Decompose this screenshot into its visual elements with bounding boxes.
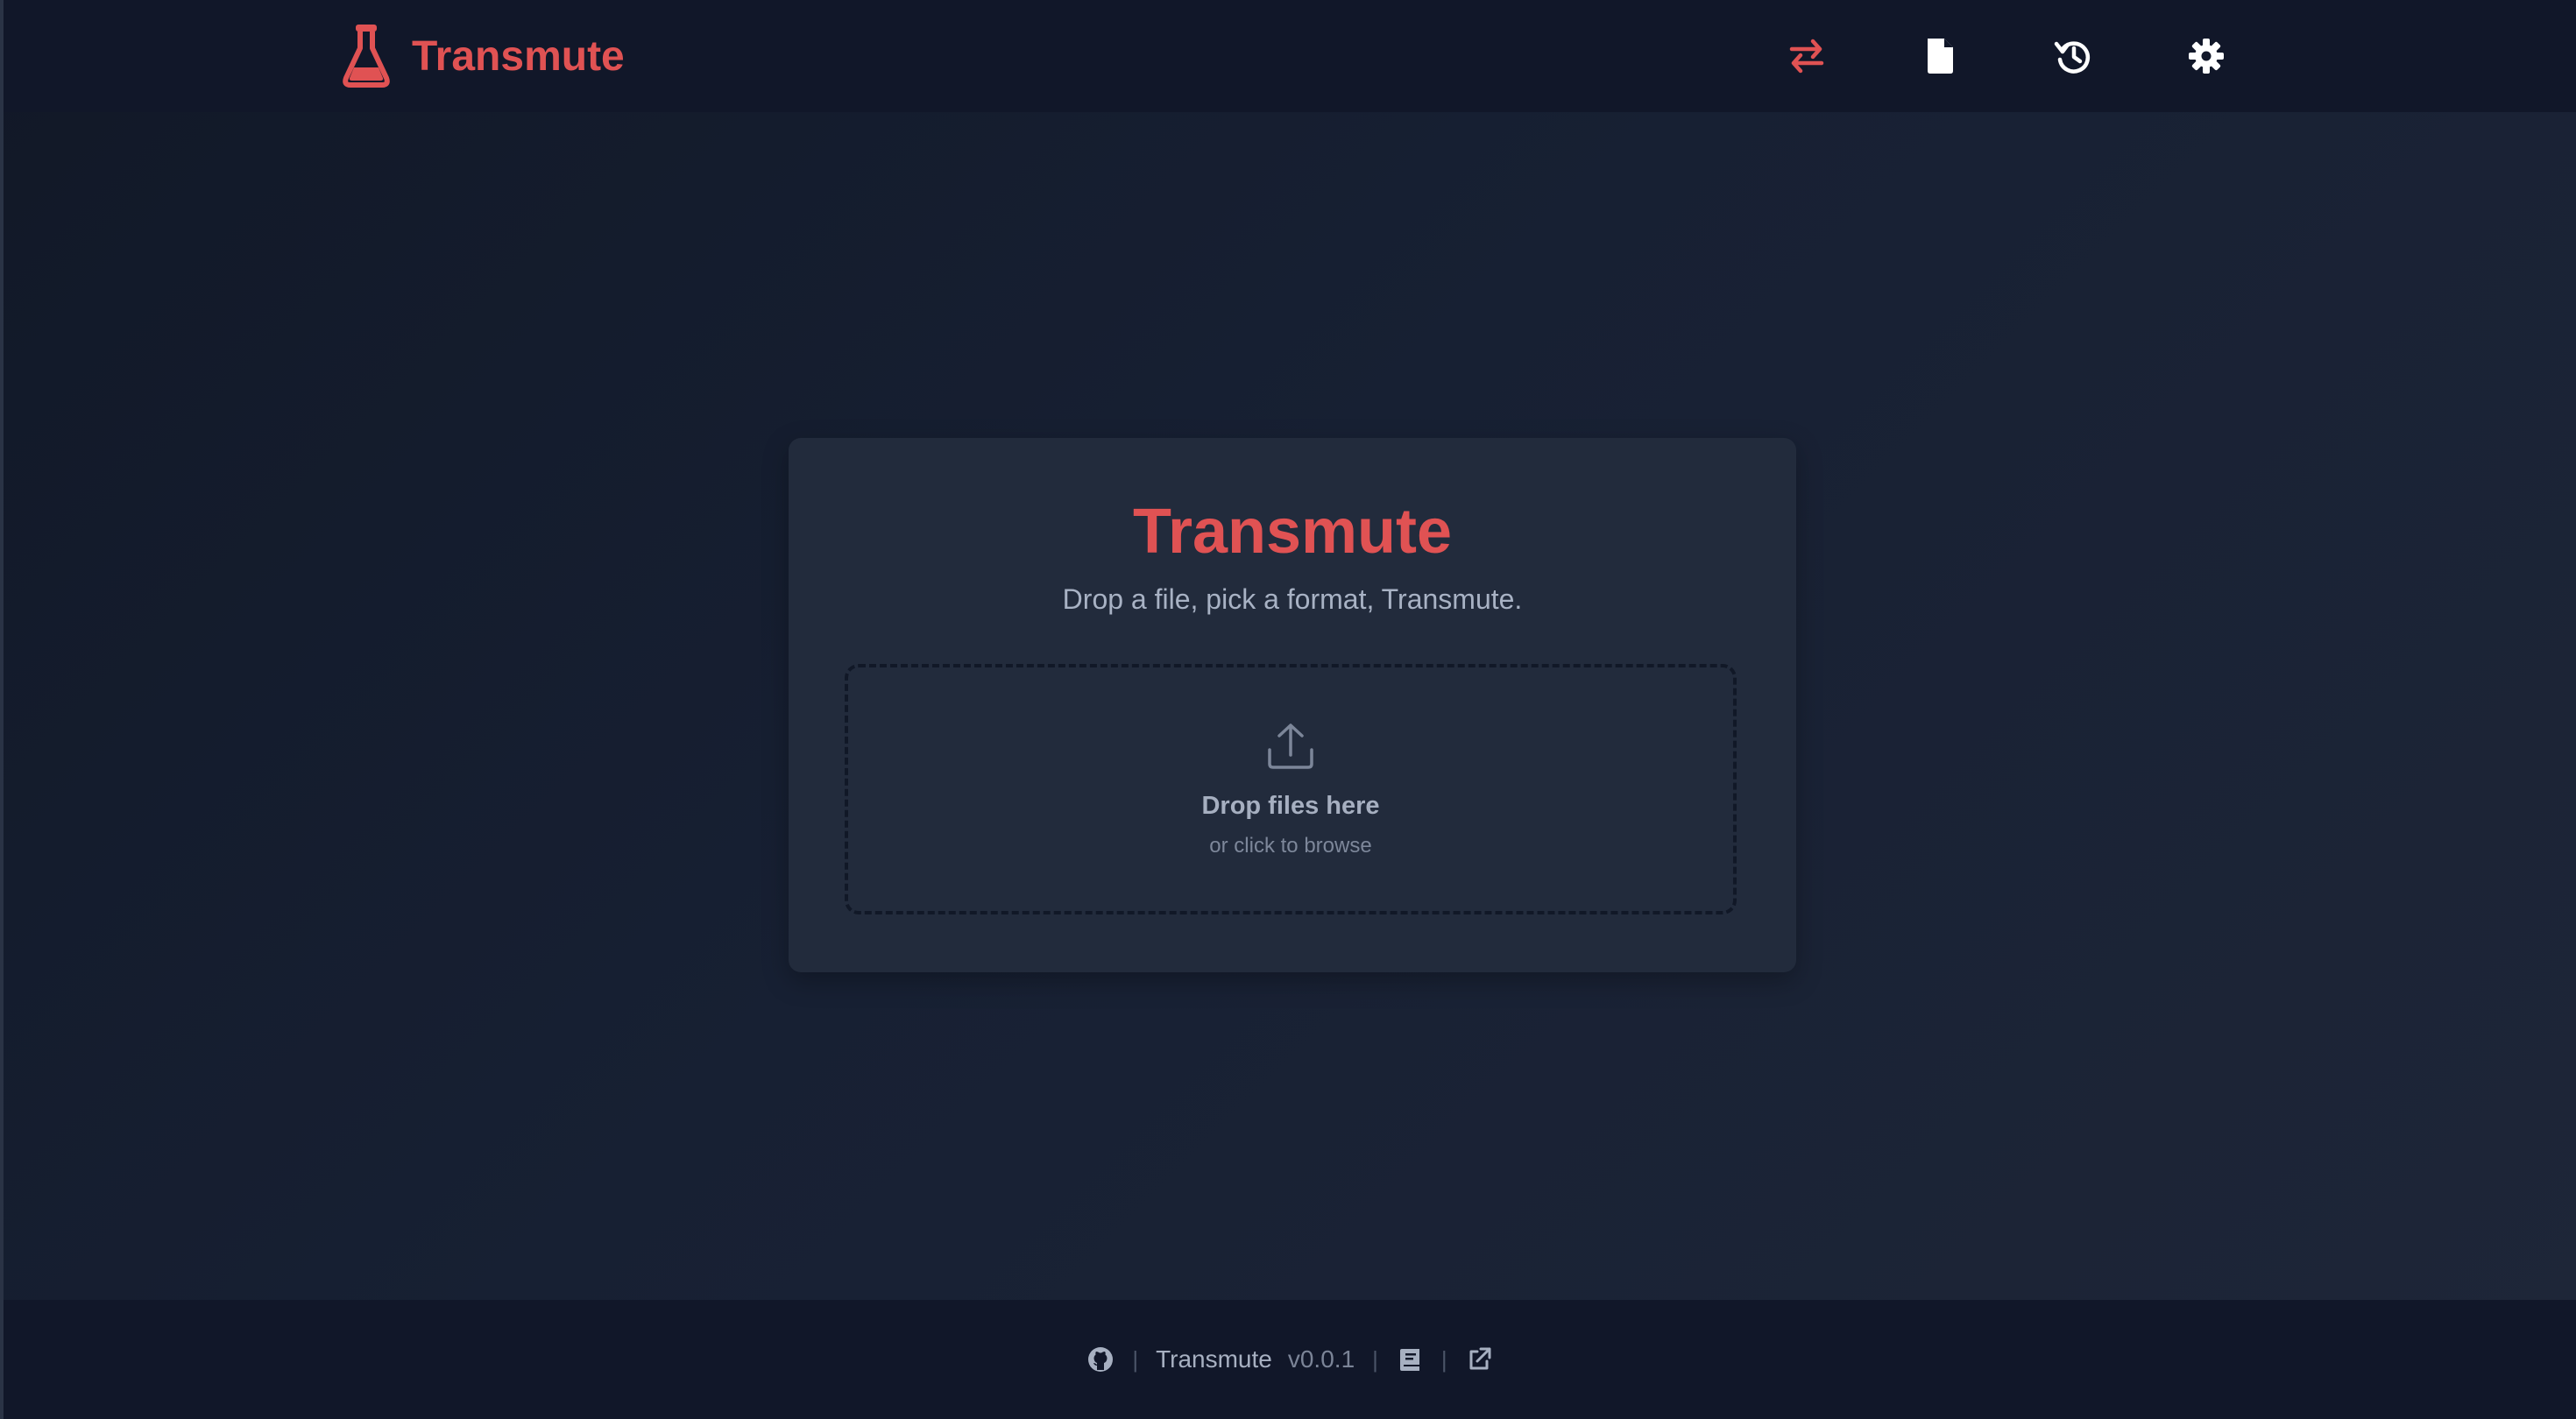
- footer-separator: |: [1372, 1345, 1378, 1373]
- nav-files-button[interactable]: [1907, 26, 1973, 86]
- brand-name: Transmute: [412, 32, 625, 80]
- nav-settings-button[interactable]: [2173, 26, 2240, 86]
- footer-app-name: Transmute: [1156, 1345, 1272, 1373]
- app-window: Transmute Transmute Drop a file, pick a …: [0, 0, 2576, 1419]
- footer: | Transmute v0.0.1 | |: [4, 1300, 2576, 1419]
- nav-history-button[interactable]: [2040, 26, 2106, 86]
- converter-card: Transmute Drop a file, pick a format, Tr…: [789, 438, 1796, 972]
- nav-convert-button[interactable]: [1773, 26, 1840, 86]
- top-navigation-bar: Transmute: [4, 0, 2576, 112]
- github-icon: [1088, 1347, 1114, 1372]
- book-icon: [1399, 1349, 1419, 1371]
- docs-link[interactable]: [1396, 1345, 1424, 1373]
- file-icon: [1928, 39, 1953, 74]
- page-title: Transmute: [1132, 497, 1453, 567]
- upload-icon: [1268, 724, 1313, 769]
- footer-separator: |: [1132, 1345, 1139, 1373]
- footer-separator: |: [1440, 1345, 1447, 1373]
- footer-links: | Transmute v0.0.1 | |: [4, 1342, 2576, 1377]
- dropzone-subtitle: or click to browse: [1209, 834, 1372, 858]
- flask-icon: [343, 25, 390, 88]
- dropzone-title: Drop files here: [1201, 792, 1380, 820]
- main-navigation: [1773, 26, 2240, 86]
- page-subtitle: Drop a file, pick a format, Transmute.: [1062, 583, 1523, 615]
- file-dropzone[interactable]: Drop files here or click to browse: [845, 664, 1737, 914]
- brand-home-link[interactable]: Transmute: [340, 23, 625, 89]
- footer-version: v0.0.1: [1287, 1345, 1355, 1373]
- gear-icon: [2189, 39, 2224, 74]
- swap-arrows-icon: [1789, 39, 1824, 74]
- external-link[interactable]: [1465, 1345, 1493, 1373]
- github-link[interactable]: [1086, 1345, 1115, 1373]
- external-link-icon: [1469, 1347, 1491, 1370]
- history-icon: [2054, 41, 2091, 74]
